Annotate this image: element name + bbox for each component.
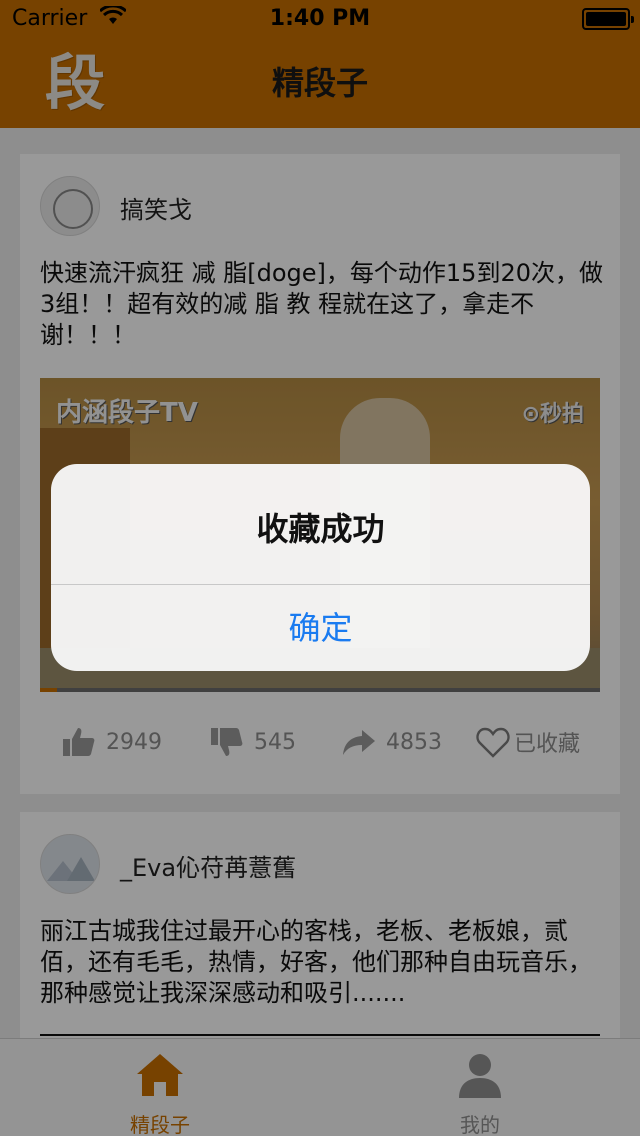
alert-dialog: 收藏成功 确定	[51, 464, 590, 671]
alert-title: 收藏成功	[256, 510, 385, 548]
confirm-button[interactable]: 确定	[51, 585, 590, 671]
